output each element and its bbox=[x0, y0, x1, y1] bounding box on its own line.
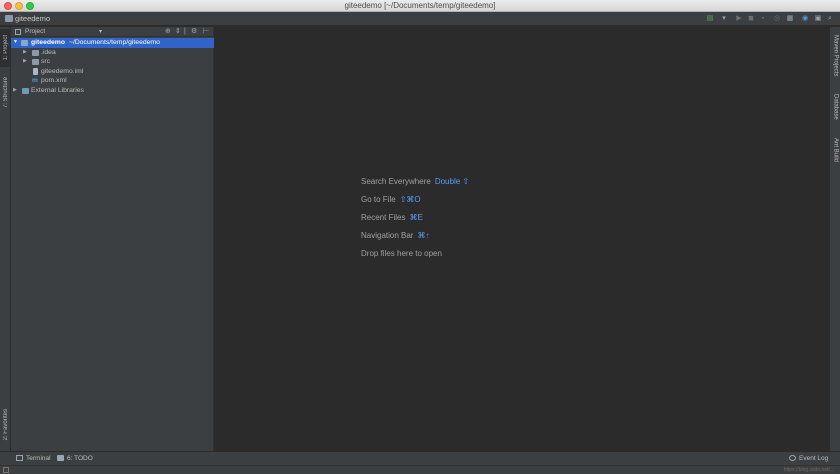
todo-icon bbox=[57, 455, 64, 461]
tab-maven-projects[interactable]: Maven Projects bbox=[830, 31, 840, 81]
tab-project[interactable]: 1: Project bbox=[0, 29, 11, 67]
project-view-selector[interactable]: Project bbox=[25, 28, 45, 35]
collapse-all-icon[interactable]: ⇕ bbox=[175, 28, 181, 36]
project-panel-header: Project ▾ ⊕ ⇕ | ⚙ ⊢ bbox=[11, 27, 214, 37]
hint-drop-files: Drop files here to open bbox=[361, 249, 442, 258]
chevron-down-icon[interactable]: ▾ bbox=[99, 28, 102, 35]
hint-recent-files: Recent Files ⌘E bbox=[361, 213, 423, 222]
hint-navigation-bar: Navigation Bar ⌘↑ bbox=[361, 231, 430, 240]
gear-icon[interactable]: ⚙ bbox=[191, 28, 197, 36]
project-panel: Project ▾ ⊕ ⇕ | ⚙ ⊢ ▼ giteedemo ~/Docume… bbox=[11, 27, 214, 451]
locate-icon[interactable]: ⊕ bbox=[165, 28, 171, 36]
project-view-icon bbox=[15, 29, 21, 35]
tree-label-giteedemo: giteedemo bbox=[31, 39, 65, 46]
folder-icon bbox=[32, 49, 39, 56]
chevron-right-icon[interactable]: ▶ bbox=[13, 86, 19, 96]
tab-terminal[interactable]: Terminal bbox=[16, 455, 51, 462]
left-tool-strip: 1: Project 7: Structure 2: Favorites bbox=[0, 27, 11, 451]
tree-row-iml[interactable]: giteedemo.iml bbox=[11, 67, 214, 77]
tree-label-pom: pom.xml bbox=[41, 77, 67, 84]
profile-icon[interactable]: ▦ bbox=[786, 15, 794, 23]
status-bar: https://blog.csdn.net/... bbox=[0, 465, 840, 474]
tree-label-external-libraries: External Libraries bbox=[31, 86, 84, 94]
shortcut-search-everywhere: Double ⇧ bbox=[434, 177, 470, 186]
tab-structure[interactable]: 7: Structure bbox=[0, 73, 11, 113]
module-file-icon bbox=[33, 67, 38, 75]
run-icon[interactable]: ▶ bbox=[735, 15, 743, 23]
chevron-down-icon[interactable]: ▼ bbox=[13, 38, 19, 48]
update-icon[interactable]: ▣ bbox=[814, 15, 822, 23]
hint-search-everywhere: Search Everywhere Double ⇧ bbox=[361, 177, 470, 186]
structure-icon[interactable]: ◉ bbox=[801, 15, 809, 23]
shortcut-go-to-file: ⇧⌘O bbox=[399, 195, 421, 204]
navigation-bar: giteedemo ▤ ▾ ▶ ◼ ▪ ◎ ▦ ◉ ▣ ⌕ bbox=[0, 12, 840, 26]
tab-favorites[interactable]: 2: Favorites bbox=[0, 403, 11, 447]
search-icon[interactable]: ⌕ bbox=[826, 15, 834, 23]
toggle-tool-windows-icon[interactable] bbox=[3, 467, 9, 473]
tree-row-giteedemo[interactable]: ▼ giteedemo ~/Documents/temp/giteedemo bbox=[11, 38, 214, 48]
tab-ant-build[interactable]: Ant Build bbox=[830, 133, 840, 167]
folder-icon bbox=[32, 59, 39, 65]
hint-go-to-file: Go to File ⇧⌘O bbox=[361, 195, 421, 204]
run-config-dropdown-icon[interactable]: ▾ bbox=[718, 15, 730, 23]
library-icon bbox=[22, 87, 29, 94]
bottom-tool-bar: Terminal 6: TODO Event Log bbox=[0, 451, 840, 465]
window-title: giteedemo [~/Documents/temp/giteedemo] bbox=[344, 1, 496, 10]
shortcut-recent-files: ⌘E bbox=[409, 213, 423, 222]
event-log-button[interactable]: Event Log bbox=[789, 455, 828, 462]
watermark-text: https://blog.csdn.net/... bbox=[783, 467, 834, 473]
coverage-icon[interactable]: ◎ bbox=[773, 15, 781, 23]
tree-row-idea[interactable]: ▶ .idea bbox=[11, 48, 214, 58]
chevron-right-icon[interactable]: ▶ bbox=[23, 57, 29, 67]
project-folder-icon bbox=[5, 15, 13, 22]
module-folder-icon bbox=[21, 40, 28, 46]
tree-label-iml: giteedemo.iml bbox=[41, 67, 84, 75]
shortcut-navigation-bar: ⌘↑ bbox=[417, 231, 430, 240]
project-tree: ▼ giteedemo ~/Documents/temp/giteedemo ▶… bbox=[11, 38, 214, 95]
tree-row-src[interactable]: ▶ src bbox=[11, 57, 214, 67]
build-icon[interactable]: ▤ bbox=[706, 15, 714, 23]
tab-todo[interactable]: 6: TODO bbox=[57, 455, 93, 462]
terminal-icon bbox=[16, 455, 23, 461]
chevron-right-icon[interactable]: ▶ bbox=[23, 48, 29, 58]
hide-panel-icon[interactable]: ⊢ bbox=[203, 28, 209, 36]
tree-row-external-libraries[interactable]: ▶ External Libraries bbox=[11, 86, 214, 96]
window-title-bar: giteedemo [~/Documents/temp/giteedemo] bbox=[0, 0, 840, 12]
tree-path-giteedemo: ~/Documents/temp/giteedemo bbox=[69, 39, 160, 46]
editor-area[interactable]: Search Everywhere Double ⇧ Go to File ⇧⌘O … bbox=[215, 27, 828, 451]
maven-icon: m bbox=[32, 77, 38, 84]
stop-icon[interactable]: ▪ bbox=[759, 15, 767, 23]
debug-icon[interactable]: ◼ bbox=[747, 15, 755, 23]
navbar-project-label[interactable]: giteedemo bbox=[15, 14, 50, 23]
separator-icon: | bbox=[184, 28, 186, 35]
tree-label-idea: .idea bbox=[41, 48, 56, 56]
event-log-icon bbox=[789, 455, 796, 461]
tree-label-src: src bbox=[41, 58, 51, 65]
tab-database[interactable]: Database bbox=[830, 89, 840, 125]
right-tool-strip: Maven Projects Database Ant Build bbox=[829, 27, 840, 451]
tree-row-pom[interactable]: m pom.xml bbox=[11, 76, 214, 86]
